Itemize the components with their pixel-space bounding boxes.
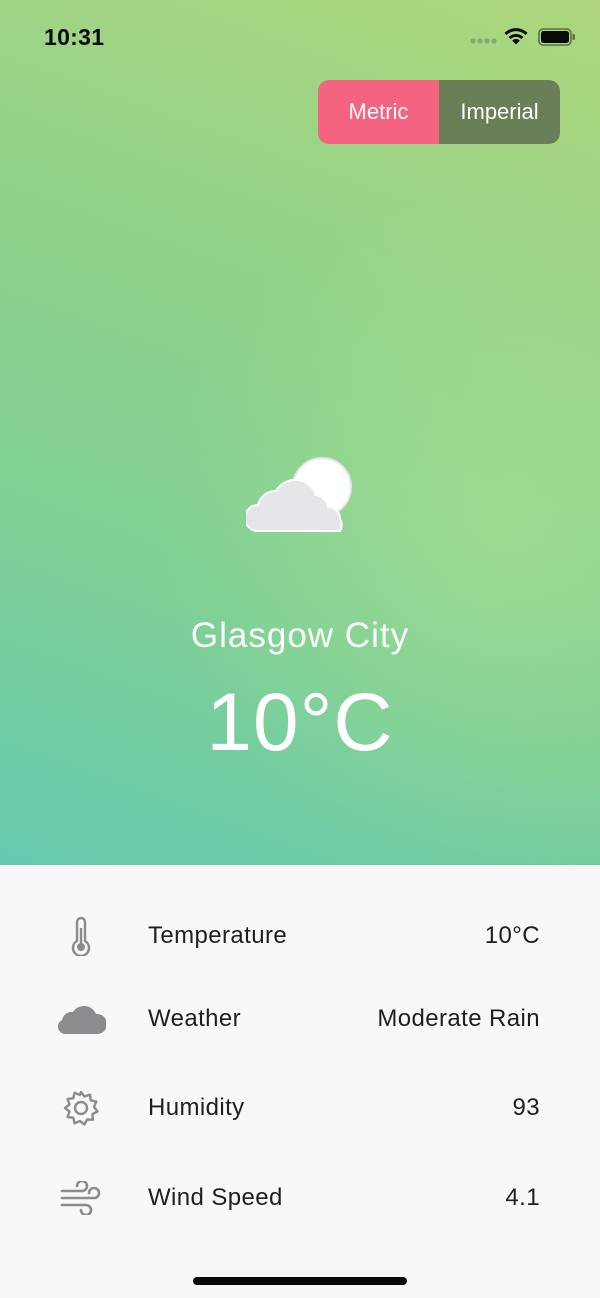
- detail-value: 10°C: [484, 922, 540, 949]
- detail-value: 93: [512, 1094, 540, 1121]
- cloud-icon: [50, 989, 112, 1049]
- detail-value: Moderate Rain: [377, 1005, 540, 1032]
- thermometer-icon: [50, 906, 112, 966]
- detail-row-weather: Weather Moderate Rain: [0, 989, 600, 1049]
- detail-label: Wind Speed: [148, 1184, 283, 1211]
- detail-label: Humidity: [148, 1094, 245, 1121]
- weather-hero: 10:31 Metric Imperial Glasgow City 10°C: [0, 0, 600, 865]
- imperial-button[interactable]: Imperial: [439, 80, 560, 144]
- status-bar: 10:31: [0, 0, 600, 76]
- battery-icon: [538, 28, 575, 46]
- gear-icon: [50, 1078, 112, 1138]
- city-name: Glasgow City: [190, 616, 410, 655]
- current-temperature: 10°C: [206, 677, 394, 768]
- status-time: 10:31: [44, 24, 105, 50]
- detail-value: 4.1: [505, 1184, 540, 1211]
- wind-icon: [50, 1168, 112, 1228]
- wifi-icon: [504, 28, 528, 45]
- detail-label: Weather: [148, 1005, 242, 1032]
- detail-row-temperature: Temperature 10°C: [0, 906, 600, 966]
- detail-row-humidity: Humidity 93: [0, 1078, 600, 1138]
- home-indicator[interactable]: [193, 1277, 407, 1285]
- partly-cloudy-icon: [246, 457, 352, 532]
- detail-row-wind-speed: Wind Speed 4.1: [0, 1168, 600, 1228]
- unit-toggle: Metric Imperial: [318, 80, 560, 144]
- cellular-signal-icon: [470, 38, 497, 44]
- detail-label: Temperature: [148, 922, 288, 949]
- metric-button[interactable]: Metric: [318, 80, 439, 144]
